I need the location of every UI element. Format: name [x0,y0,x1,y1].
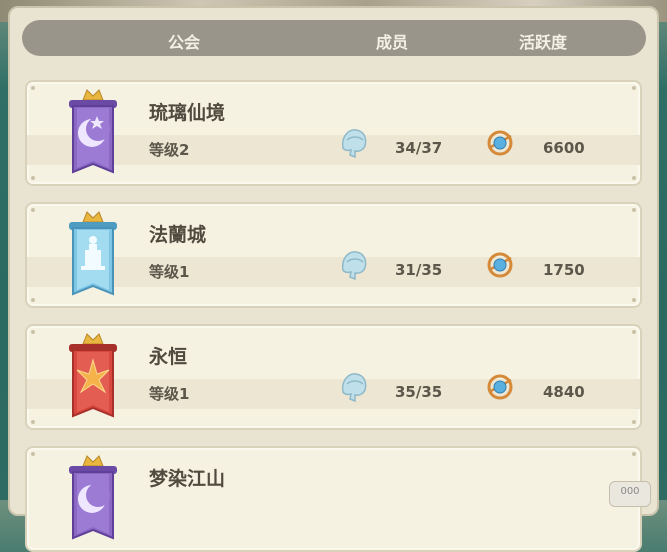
guild-banner [69,455,117,540]
corner-dot [31,86,35,90]
guild-banner [69,333,117,418]
guild-name: 法蘭城 [149,224,207,246]
crown-icon [82,211,104,223]
guild-card[interactable]: 梦染江山 [25,446,642,552]
corner-dot [31,208,35,212]
corner-dot [31,298,35,302]
header-members: 成员 [376,33,409,52]
guild-level: 等级2 [149,141,190,159]
corner-dot [31,452,35,456]
activity-icon [487,252,513,278]
guild-name: 琉璃仙境 [149,102,226,124]
crown-icon [82,333,104,345]
corner-dot [31,330,35,334]
header-activity: 活跃度 [519,33,568,52]
guild-level: 等级1 [149,263,190,281]
member-icon [341,373,367,403]
corner-button[interactable]: 000 [609,481,651,507]
guild-name: 梦染江山 [149,468,226,490]
guild-card[interactable]: 法蘭城 等级1 31/35 1750 [25,202,642,308]
corner-dot [632,452,636,456]
guild-banner [69,211,117,296]
corner-dot [632,208,636,212]
corner-dot [632,298,636,302]
corner-dot [632,330,636,334]
guild-activity: 6600 [543,139,585,157]
guild-level: 等级1 [149,385,190,403]
corner-dot [31,420,35,424]
guild-activity: 1750 [543,261,585,279]
guild-members: 35/35 [395,383,443,401]
guild-card[interactable]: 琉璃仙境 等级2 34/37 6600 [25,80,642,186]
guild-activity: 4840 [543,383,585,401]
corner-dot [31,176,35,180]
corner-dot [632,86,636,90]
member-icon [341,129,367,159]
guild-members: 34/37 [395,139,443,157]
guild-card[interactable]: 永恒 等级1 35/35 4840 [25,324,642,430]
column-header: 公会 成员 活跃度 [22,20,646,56]
guild-members: 31/35 [395,261,443,279]
guild-name: 永恒 [149,346,188,368]
guild-banner [69,89,117,174]
header-guild: 公会 [168,33,201,52]
activity-icon [487,374,513,400]
crown-icon [82,89,104,101]
activity-icon [487,130,513,156]
crown-icon [82,455,104,467]
member-icon [341,251,367,281]
corner-dot [632,420,636,424]
corner-dot [632,176,636,180]
